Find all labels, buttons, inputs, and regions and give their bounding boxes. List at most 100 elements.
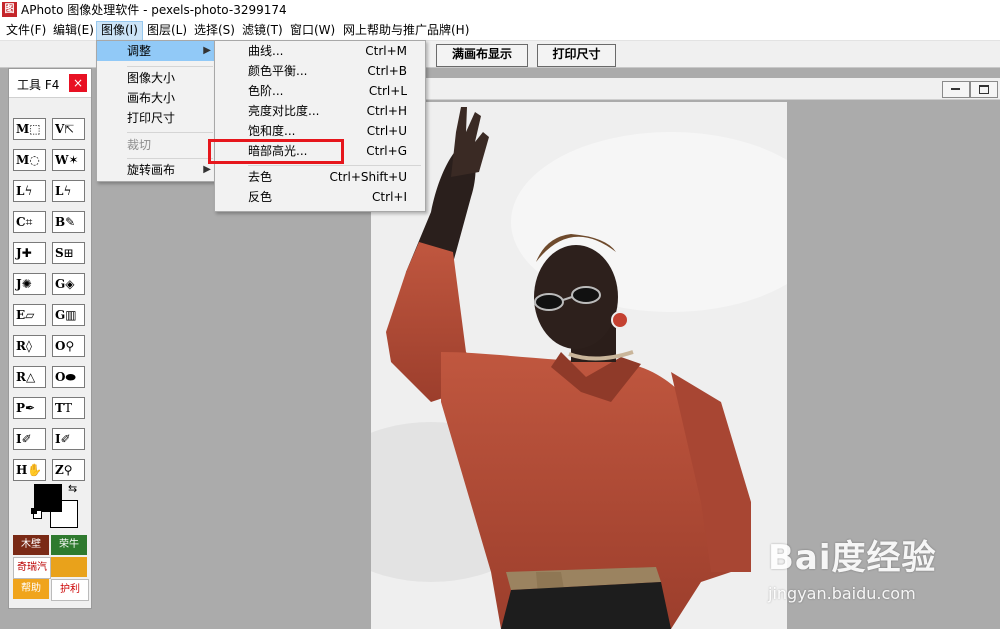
tool-button[interactable]: R◊ [13, 335, 46, 357]
menu-item-shortcut: Ctrl+G [366, 144, 407, 158]
tool-button[interactable]: B✎ [52, 211, 85, 233]
print-size-button[interactable]: 打印尺寸 [537, 44, 616, 67]
menu-item-rotate-canvas[interactable]: 旋转画布 ▶ [97, 160, 217, 180]
tool-button[interactable]: Z⚲ [52, 459, 85, 481]
tool-button[interactable]: O⬬ [52, 366, 85, 388]
menu-item-label: 旋转画布 [127, 163, 176, 177]
menu-window[interactable]: 窗口(W) [286, 21, 339, 40]
menu-separator [248, 165, 421, 166]
minimize-icon[interactable] [942, 81, 970, 98]
tool-button[interactable]: M⬚ [13, 118, 46, 140]
menu-item-shortcut: Ctrl+M [365, 44, 407, 58]
menu-separator [127, 158, 213, 159]
ad-tile[interactable]: 奇瑞汽车 [13, 557, 51, 579]
menu-item-levels[interactable]: 色阶... Ctrl+L [215, 81, 425, 101]
tool-button[interactable]: S⊞ [52, 242, 85, 264]
menu-edit[interactable]: 编辑(E) [49, 21, 98, 40]
image-menu: 调整 ▶ 图像大小 画布大小 打印尺寸 裁切 旋转画布 ▶ [96, 40, 218, 182]
tool-icon: T [63, 401, 72, 415]
tool-button[interactable]: G▥ [52, 304, 85, 326]
color-swatches: ⇆ [14, 474, 86, 528]
menu-item-brightness-contrast[interactable]: 亮度对比度... Ctrl+H [215, 101, 425, 121]
ad-tile[interactable]: 帮助 [13, 579, 49, 599]
tool-shortcut-key: V [55, 122, 65, 136]
tool-button[interactable]: E▱ [13, 304, 46, 326]
maximize-icon[interactable] [970, 81, 998, 98]
tool-button[interactable]: M◌ [13, 149, 46, 171]
canvas-photo[interactable] [371, 102, 787, 629]
tool-icon: ϟ [24, 184, 33, 198]
tool-icon: ✎ [65, 215, 76, 229]
menu-item-image-size[interactable]: 图像大小 [97, 68, 217, 88]
menu-layer[interactable]: 图层(L) [143, 21, 191, 40]
menu-item-shortcut: Ctrl+B [367, 64, 407, 78]
watermark-site: jingyan.baidu.com [768, 584, 916, 603]
menu-item-shortcut: Ctrl+L [368, 84, 407, 98]
menu-item-label: 色阶... [248, 84, 284, 98]
ad-tile[interactable]: 荣牛 [51, 535, 87, 555]
swap-colors-icon[interactable]: ⇆ [68, 482, 77, 495]
tool-shortcut-key: E [16, 308, 26, 322]
foreground-color-swatch[interactable] [34, 484, 62, 512]
menu-item-shortcut: Ctrl+Shift+U [329, 170, 407, 184]
tool-shortcut-key: P [16, 401, 26, 415]
tool-button[interactable]: J✚ [13, 242, 46, 264]
menu-item-curves[interactable]: 曲线... Ctrl+M [215, 41, 425, 61]
tool-shortcut-key: T [55, 401, 64, 415]
tool-icon: ⌗ [25, 215, 33, 229]
app-icon: 图 [2, 2, 17, 17]
tool-icon: ϟ [63, 184, 72, 198]
tool-icon: ✺ [21, 277, 32, 291]
menu-help[interactable]: 网上帮助与推广品牌(H) [339, 21, 473, 40]
menu-item-desaturate[interactable]: 去色 Ctrl+Shift+U [215, 167, 425, 187]
tool-shortcut-key: R [16, 339, 26, 353]
tool-button[interactable]: V⇱ [52, 118, 85, 140]
menu-item-shortcut: Ctrl+H [366, 104, 407, 118]
menu-item-saturation[interactable]: 饱和度... Ctrl+U [215, 121, 425, 141]
tool-button[interactable]: J✺ [13, 273, 46, 295]
menu-item-color-balance[interactable]: 颜色平衡... Ctrl+B [215, 61, 425, 81]
menu-filter[interactable]: 滤镜(T) [238, 21, 287, 40]
tool-shortcut-key: H [16, 463, 28, 477]
menu-item-label: 颜色平衡... [248, 64, 308, 78]
menu-file[interactable]: 文件(F) [2, 21, 50, 40]
tool-button[interactable]: TT [52, 397, 85, 419]
tool-button[interactable]: Lϟ [13, 180, 46, 202]
title-bar: 图 APhoto 图像处理软件 - pexels-photo-3299174 [0, 0, 1000, 20]
menu-select[interactable]: 选择(S) [190, 21, 239, 40]
menu-item-invert[interactable]: 反色 Ctrl+I [215, 187, 425, 207]
menu-item-adjust[interactable]: 调整 ▶ [97, 41, 217, 61]
tool-icon: ⊞ [63, 246, 74, 260]
ad-tile[interactable]: 护利 [51, 579, 89, 601]
photo-illustration [371, 102, 787, 629]
tool-button[interactable]: W✶ [52, 149, 85, 171]
tool-button[interactable]: R△ [13, 366, 46, 388]
menu-item-label: 去色 [248, 170, 273, 184]
tool-icon: ⚲ [63, 463, 73, 477]
tool-button[interactable]: I✐ [52, 428, 85, 450]
tool-button[interactable]: P✒ [13, 397, 46, 419]
tool-shortcut-key: C [16, 215, 26, 229]
ad-tile[interactable]: 木壁 [13, 535, 49, 555]
close-icon[interactable]: × [69, 74, 87, 92]
menu-item-canvas-size[interactable]: 画布大小 [97, 88, 217, 108]
tool-icon: ◊ [25, 339, 32, 353]
fit-canvas-button[interactable]: 满画布显示 [436, 44, 528, 67]
ad-grid: 木壁 荣牛 奇瑞汽车 帮助 护利 [13, 535, 89, 605]
menu-image[interactable]: 图像(I) [96, 21, 143, 42]
tool-button[interactable]: C⌗ [13, 211, 46, 233]
tool-shortcut-key: O [55, 370, 66, 384]
document-window-bar [424, 78, 1000, 100]
tool-button[interactable]: O⚲ [52, 335, 85, 357]
tool-icon: ⚲ [65, 339, 75, 353]
menu-item-print-size[interactable]: 打印尺寸 [97, 108, 217, 128]
tool-shortcut-key: G [55, 308, 66, 322]
tool-button[interactable]: H✋ [13, 459, 46, 481]
tool-button[interactable]: I✐ [13, 428, 46, 450]
ad-tile[interactable] [51, 557, 87, 577]
tool-button[interactable]: Lϟ [52, 180, 85, 202]
tool-shortcut-key: B [55, 215, 66, 229]
default-colors-icon[interactable] [31, 508, 42, 519]
tool-button[interactable]: G◈ [52, 273, 85, 295]
tool-icon: ✒ [25, 401, 36, 415]
